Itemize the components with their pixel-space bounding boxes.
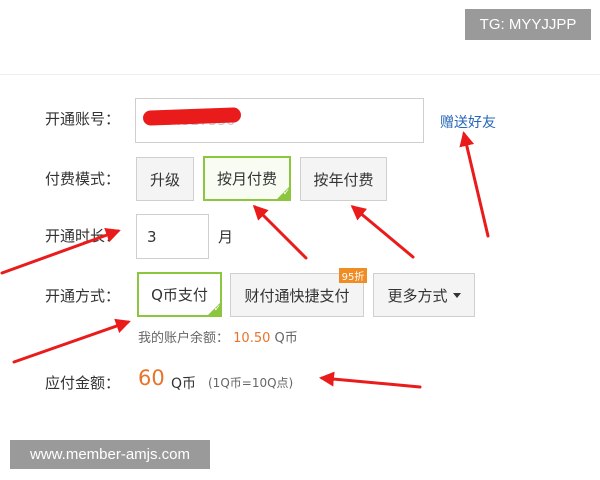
total-label: 应付金额： — [45, 374, 121, 392]
mode-option-upgrade[interactable]: 升级 — [136, 157, 194, 201]
cropped-row — [135, 404, 335, 414]
payment-option-label: 更多方式 — [387, 286, 448, 305]
duration-value: 3 — [147, 227, 157, 246]
total-amount: 60 — [138, 366, 165, 390]
watermark-bottom: www.member-amjs.com — [10, 440, 210, 469]
account-balance: 我的账户余额： 10.50 Q币 — [138, 327, 298, 346]
duration-input[interactable]: 3 — [136, 214, 209, 259]
account-label: 开通账号： — [45, 110, 121, 128]
gift-friend-link[interactable]: 赠送好友 — [440, 112, 496, 132]
discount-badge: 95折 — [339, 268, 367, 283]
arrow-to-monthly — [252, 204, 308, 260]
mode-option-label: 按月付费 — [216, 170, 277, 188]
balance-unit: Q币 — [274, 331, 298, 346]
mode-option-label: 按年付费 — [313, 170, 374, 189]
mode-option-yearly[interactable]: 按年付费 — [300, 157, 387, 201]
arrow-to-payment — [12, 318, 131, 364]
exchange-rate-note: (1Q币=10Q点) — [208, 376, 294, 390]
payment-option-qcoin[interactable]: Q币支付 — [137, 272, 222, 317]
duration-unit: 月 — [218, 228, 234, 246]
total-unit: Q币 — [171, 376, 197, 392]
arrow-to-rate — [319, 371, 422, 389]
payment-option-more[interactable]: 更多方式 — [373, 273, 475, 317]
caret-down-icon — [452, 292, 461, 298]
balance-label: 我的账户余额： — [138, 331, 230, 346]
payment-option-label: Q币支付 — [151, 286, 208, 304]
payment-option-label: 财付通快捷支付 — [244, 286, 350, 305]
header-divider — [0, 74, 600, 75]
mode-option-label: 升级 — [149, 170, 180, 189]
payment-label: 开通方式： — [45, 287, 121, 305]
arrow-to-gift-link — [459, 131, 490, 238]
duration-label: 开通时长： — [45, 227, 121, 245]
watermark-top: TG: MYYJJPP — [465, 9, 591, 40]
balance-amount: 10.50 — [233, 331, 271, 346]
arrow-to-yearly — [350, 205, 415, 259]
selected-check-icon — [207, 302, 221, 316]
mode-label: 付费模式： — [45, 170, 121, 188]
selected-check-icon — [276, 186, 290, 200]
mode-option-monthly[interactable]: 按月付费 — [203, 156, 291, 201]
